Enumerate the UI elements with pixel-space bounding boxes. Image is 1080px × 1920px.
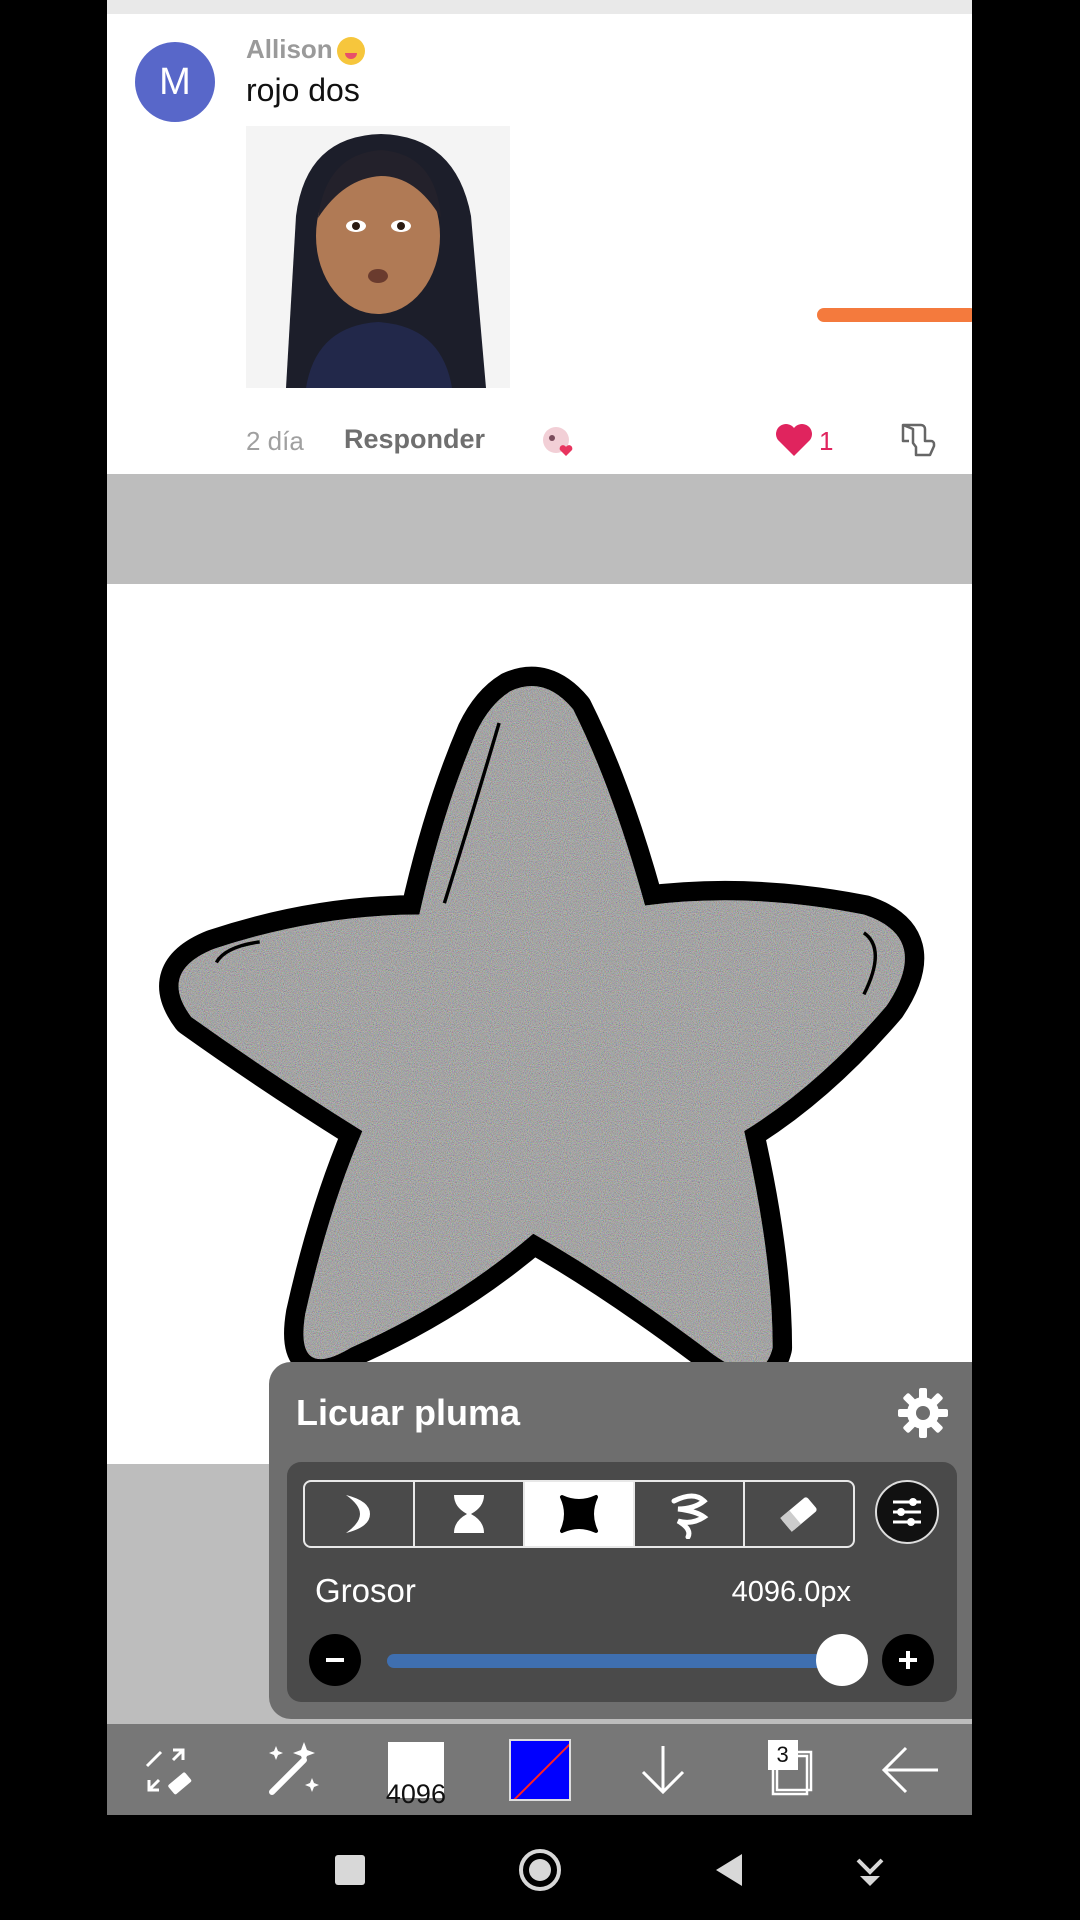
layer-count: 3	[767, 1739, 798, 1770]
panel-title: Licuar pluma	[296, 1392, 521, 1433]
brush-panel: Licuar pluma Grosor 4096.0px	[269, 1362, 972, 1719]
current-color-swatch	[508, 1738, 571, 1801]
transform-tool-button[interactable]	[107, 1724, 231, 1815]
magic-wand-icon	[269, 1741, 320, 1795]
reaction-sticker-icon[interactable]	[540, 424, 576, 460]
decrease-thickness-button[interactable]	[309, 1634, 361, 1686]
username-text[interactable]: Allison	[246, 34, 333, 64]
thickness-slider-knob[interactable]	[815, 1634, 868, 1686]
moon-icon[interactable]	[305, 1482, 415, 1546]
comment-username[interactable]: Allison	[246, 34, 365, 66]
eraser-icon[interactable]	[745, 1482, 853, 1546]
layers-icon: 3	[759, 1739, 815, 1798]
sliders-icon[interactable]	[875, 1480, 939, 1544]
hide-keyboard-button[interactable]	[845, 1845, 895, 1895]
thumbs-down-icon[interactable]	[897, 419, 937, 459]
brush-size-label: 4096	[385, 1778, 446, 1809]
gear-icon[interactable]	[896, 1386, 950, 1440]
thickness-value: 4096.0px	[731, 1576, 851, 1608]
like-count: 1	[819, 426, 834, 456]
comment-time: 2 día	[246, 426, 304, 456]
chevron-down-icon	[856, 1858, 884, 1886]
recents-button[interactable]	[325, 1845, 375, 1895]
hourglass-icon[interactable]	[415, 1482, 525, 1546]
brush-settings: Grosor 4096.0px	[287, 1462, 957, 1702]
square-icon	[335, 1855, 365, 1885]
back-button[interactable]	[848, 1724, 972, 1815]
thickness-label: Grosor	[315, 1572, 416, 1609]
arrow-left-icon	[882, 1746, 939, 1793]
swirl-icon[interactable]	[635, 1482, 745, 1546]
brush-mode-selector	[303, 1480, 855, 1548]
avatar[interactable]: M	[135, 42, 215, 122]
app-window: M Allison rojo dos 2 día Responder 1 Lic…	[107, 0, 972, 1815]
arrow-down-icon	[642, 1745, 685, 1794]
tongue-emoji-icon	[336, 37, 365, 66]
circle-icon	[519, 1849, 561, 1891]
comment-text: rojo dos	[246, 72, 360, 108]
back-nav-button[interactable]	[705, 1845, 755, 1895]
system-nav-bar	[0, 1815, 1080, 1920]
transform-icon	[145, 1748, 192, 1794]
home-button[interactable]	[515, 1845, 565, 1895]
reply-button[interactable]: Responder	[344, 424, 485, 455]
magic-wand-button[interactable]	[231, 1724, 355, 1815]
drawing-canvas[interactable]	[107, 584, 972, 1464]
brush-size-preview: 4096	[386, 1741, 446, 1809]
triangle-back-icon	[716, 1854, 742, 1886]
brush-size-button[interactable]: 4096	[354, 1724, 478, 1815]
blob-icon[interactable]	[525, 1482, 635, 1546]
layers-button[interactable]: 3	[725, 1724, 849, 1815]
canvas-margin-top	[107, 474, 972, 584]
color-picker-button[interactable]	[478, 1724, 602, 1815]
orange-stroke	[817, 308, 972, 322]
thickness-slider-track[interactable]	[387, 1654, 851, 1668]
comment-photo[interactable]	[246, 126, 510, 388]
download-button[interactable]	[601, 1724, 725, 1815]
top-strip	[107, 0, 972, 14]
comment-card: M Allison rojo dos 2 día Responder 1	[107, 14, 972, 474]
heart-icon[interactable]	[774, 422, 814, 458]
bottom-toolbar: 4096 3	[107, 1724, 972, 1815]
increase-thickness-button[interactable]	[882, 1634, 934, 1686]
